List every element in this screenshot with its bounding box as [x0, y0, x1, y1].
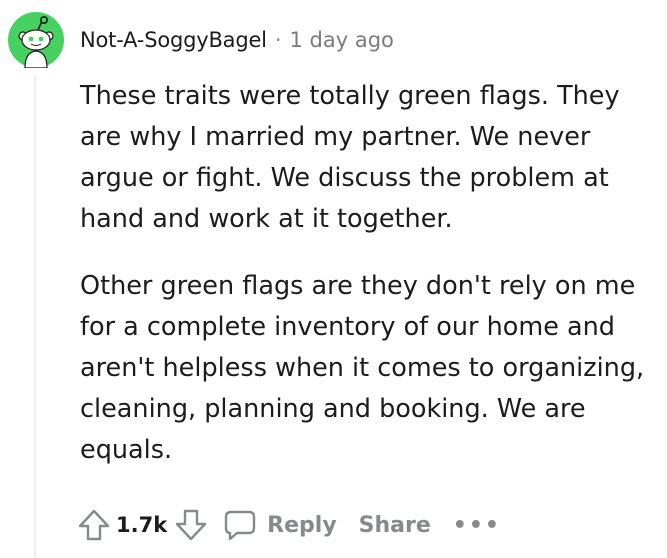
reply-label: Reply [267, 512, 337, 538]
thread-collapse-line[interactable] [34, 76, 36, 558]
timestamp[interactable]: 1 day ago [290, 28, 394, 52]
reply-button[interactable]: Reply [223, 508, 337, 542]
upvote-arrow-icon[interactable] [76, 507, 112, 543]
meta-separator: · [274, 28, 282, 52]
comment-header: Not-A-SoggyBagel · 1 day ago [80, 22, 394, 58]
downvote-arrow-icon[interactable] [173, 507, 209, 543]
comment-paragraph: These traits were totally green flags. T… [80, 81, 620, 234]
username-link[interactable]: Not-A-SoggyBagel [80, 28, 267, 52]
comment-body: These traits were totally green flags. T… [80, 76, 650, 497]
more-options-button[interactable]: ••• [453, 513, 501, 538]
comment-paragraph: Other green flags are they don't rely on… [80, 271, 645, 465]
speech-bubble-icon [223, 508, 257, 542]
share-label: Share [358, 512, 431, 538]
share-button[interactable]: Share [359, 513, 431, 538]
vote-count: 1.7k [116, 513, 168, 537]
snoo-avatar-icon [8, 12, 64, 69]
comment-action-bar: 1.7k Reply Share ••• [76, 500, 501, 550]
avatar[interactable] [8, 12, 64, 69]
